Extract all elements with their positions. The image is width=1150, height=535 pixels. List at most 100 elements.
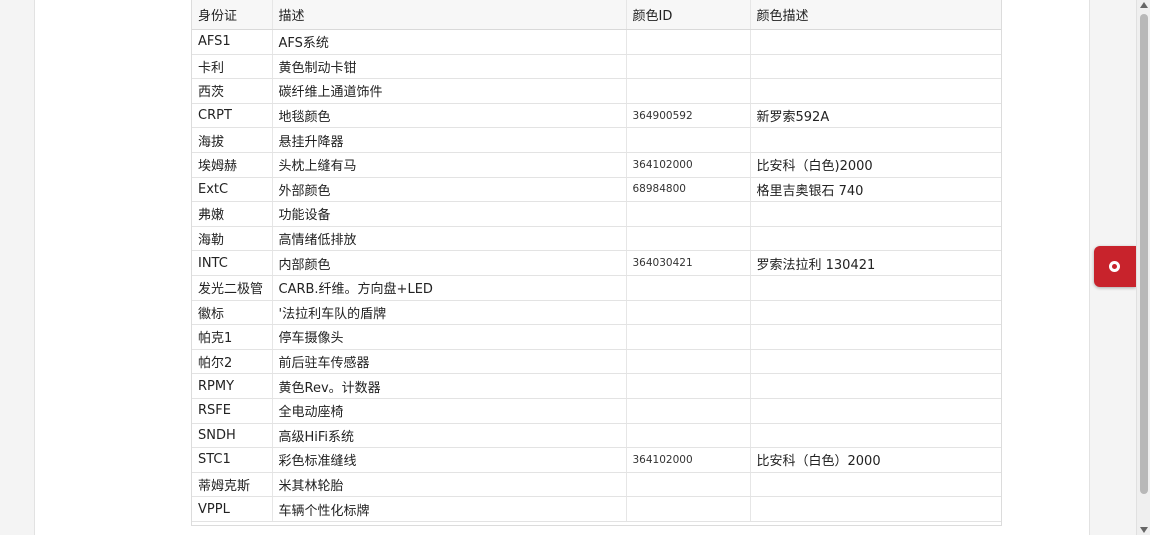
table-row: CRPT 地毯颜色 364900592 新罗索592A — [192, 103, 1001, 129]
table-row: 弗嫩 功能设备 — [192, 201, 1001, 227]
cell-color-description — [750, 78, 1001, 104]
table-row: INTC 内部颜色 364030421 罗索法拉利 130421 — [192, 250, 1001, 276]
table-row: ExtC 外部颜色 68984800 格里吉奥银石 740 — [192, 177, 1001, 203]
cell-id: 西茨 — [192, 78, 273, 104]
table-row: 西茨 碳纤维上通道饰件 — [192, 78, 1001, 104]
cell-color-id — [626, 201, 751, 227]
cell-id: STC1 — [192, 447, 273, 473]
table-row: VPPL 车辆个性化标牌 — [192, 496, 1001, 522]
cell-id: 卡利 — [192, 54, 273, 80]
cell-color-description: 罗索法拉利 130421 — [750, 250, 1001, 276]
cell-color-id: 364102000 — [626, 447, 751, 473]
cell-description: 车辆个性化标牌 — [272, 496, 627, 522]
cell-id: 弗嫩 — [192, 201, 273, 227]
table-row: 海勒 高情绪低排放 — [192, 226, 1001, 252]
cell-color-id — [626, 54, 751, 80]
cell-color-description — [750, 324, 1001, 350]
cell-id: RPMY — [192, 373, 273, 399]
table-row: RSFE 全电动座椅 — [192, 398, 1001, 424]
table-row: STC1 彩色标准缝线 364102000 比安科（白色）2000 — [192, 447, 1001, 473]
cell-id: 海勒 — [192, 226, 273, 252]
cell-color-id: 364900592 — [626, 103, 751, 129]
record-icon — [1109, 261, 1120, 272]
cell-color-description — [750, 54, 1001, 80]
cell-color-description — [750, 373, 1001, 399]
cell-description: 地毯颜色 — [272, 103, 627, 129]
cell-id: 发光二极管 — [192, 275, 273, 301]
table-row: SNDH 高级HiFi系统 — [192, 423, 1001, 449]
cell-color-description — [750, 226, 1001, 252]
cell-description: 悬挂升降器 — [272, 127, 627, 153]
cell-color-description: 新罗索592A — [750, 103, 1001, 129]
header-id: 身份证 — [192, 0, 273, 30]
cell-id: ExtC — [192, 177, 273, 203]
cell-description: 头枕上缝有马 — [272, 152, 627, 178]
options-table-container: 身份证 描述 颜色ID 颜色描述 AFS1 AFS系统 卡利 黄色制动卡钳 西茨 碳纤维上… — [191, 0, 1002, 526]
cell-color-id — [626, 300, 751, 326]
cell-color-id: 364030421 — [626, 250, 751, 276]
cell-id: 埃姆赫 — [192, 152, 273, 178]
cell-color-id — [626, 349, 751, 375]
table-row: 徽标 '法拉利车队的盾牌 — [192, 300, 1001, 326]
cell-color-description — [750, 275, 1001, 301]
table-row: RPMY 黄色Rev。计数器 — [192, 373, 1001, 399]
cell-id: 帕尔2 — [192, 349, 273, 375]
header-description: 描述 — [272, 0, 627, 30]
cell-color-id — [626, 127, 751, 153]
cell-description: 高情绪低排放 — [272, 226, 627, 252]
table-row: 帕克1 停车摄像头 — [192, 324, 1001, 350]
cell-id: INTC — [192, 250, 273, 276]
cell-id: 帕克1 — [192, 324, 273, 350]
scroll-up-arrow-icon[interactable] — [1140, 2, 1148, 8]
cell-id: 蒂姆克斯 — [192, 472, 273, 498]
cell-color-id: 364102000 — [626, 152, 751, 178]
table-row: 海拔 悬挂升降器 — [192, 127, 1001, 153]
cell-description: 彩色标准缝线 — [272, 447, 627, 473]
cell-id: 海拔 — [192, 127, 273, 153]
cell-color-description — [750, 349, 1001, 375]
cell-description: 外部颜色 — [272, 177, 627, 203]
cell-color-id — [626, 398, 751, 424]
cell-description: 高级HiFi系统 — [272, 423, 627, 449]
cell-id: RSFE — [192, 398, 273, 424]
cell-id: CRPT — [192, 103, 273, 129]
header-color-description: 颜色描述 — [750, 0, 1001, 30]
cell-description: 全电动座椅 — [272, 398, 627, 424]
cell-color-id: 68984800 — [626, 177, 751, 203]
scrollbar-thumb[interactable] — [1140, 14, 1148, 494]
scroll-down-arrow-icon[interactable] — [1140, 527, 1148, 533]
cell-description: 米其林轮胎 — [272, 472, 627, 498]
cell-color-description: 比安科（白色）2000 — [750, 447, 1001, 473]
cell-color-id — [626, 78, 751, 104]
vertical-scrollbar[interactable] — [1136, 0, 1150, 535]
cell-color-description — [750, 496, 1001, 522]
table-row: 蒂姆克斯 米其林轮胎 — [192, 472, 1001, 498]
cell-description: CARB.纤维。方向盘+LED — [272, 275, 627, 301]
cell-color-description — [750, 300, 1001, 326]
table-row: 发光二极管 CARB.纤维。方向盘+LED — [192, 275, 1001, 301]
cell-color-id — [626, 423, 751, 449]
cell-description: 黄色制动卡钳 — [272, 54, 627, 80]
cell-color-description: 格里吉奥银石 740 — [750, 177, 1001, 203]
cell-color-id — [626, 226, 751, 252]
table-header-row: 身份证 描述 颜色ID 颜色描述 — [192, 0, 1001, 30]
cell-color-id — [626, 373, 751, 399]
cell-id: 徽标 — [192, 300, 273, 326]
cell-description: 停车摄像头 — [272, 324, 627, 350]
cell-description: 碳纤维上通道饰件 — [272, 78, 627, 104]
cell-color-id — [626, 324, 751, 350]
cell-description: AFS系统 — [272, 29, 627, 55]
page: 身份证 描述 颜色ID 颜色描述 AFS1 AFS系统 卡利 黄色制动卡钳 西茨 碳纤维上… — [0, 0, 1150, 535]
floating-action-button[interactable] — [1094, 246, 1136, 287]
cell-color-id — [626, 496, 751, 522]
table-row: 埃姆赫 头枕上缝有马 364102000 比安科（白色)2000 — [192, 152, 1001, 178]
cell-description: 黄色Rev。计数器 — [272, 373, 627, 399]
cell-color-description — [750, 201, 1001, 227]
cell-color-description — [750, 423, 1001, 449]
cell-color-description — [750, 472, 1001, 498]
table-row: 卡利 黄色制动卡钳 — [192, 54, 1001, 80]
cell-description: 内部颜色 — [272, 250, 627, 276]
cell-color-description: 比安科（白色)2000 — [750, 152, 1001, 178]
cell-description: '法拉利车队的盾牌 — [272, 300, 627, 326]
cell-color-id — [626, 275, 751, 301]
